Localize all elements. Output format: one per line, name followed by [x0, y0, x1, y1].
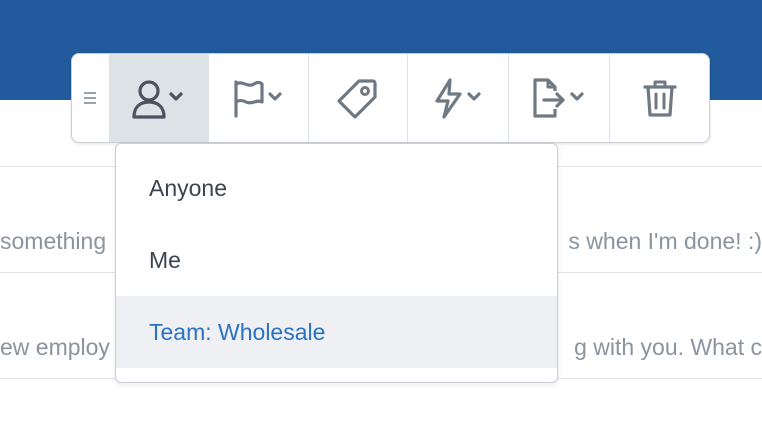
menu-item-label: Anyone: [149, 174, 228, 201]
drag-handle-icon[interactable]: [72, 54, 109, 142]
flag-icon: [234, 80, 282, 118]
menu-item-label: Me: [149, 246, 181, 273]
move-button[interactable]: [508, 54, 609, 142]
person-icon: [132, 80, 183, 119]
lightning-icon: [435, 78, 481, 119]
menu-item-label: Team: Wholesale: [149, 318, 326, 345]
tag-button[interactable]: [307, 54, 408, 142]
flag-button[interactable]: [207, 54, 308, 142]
list-item-preview-left: ew employ: [0, 334, 110, 360]
move-document-icon: [533, 78, 584, 118]
workflow-button[interactable]: [407, 54, 508, 142]
tag-icon: [337, 79, 377, 119]
bulk-action-toolbar: [71, 53, 710, 143]
trash-icon: [642, 80, 677, 117]
page: something s when I'm done! :) ew employ …: [0, 0, 762, 421]
delete-button[interactable]: [609, 54, 709, 142]
assign-button[interactable]: [108, 54, 208, 142]
menu-item-anyone[interactable]: Anyone: [116, 152, 557, 224]
menu-item-team-wholesale[interactable]: Team: Wholesale: [116, 296, 557, 368]
list-item-preview-left: something: [0, 228, 107, 254]
list-item-preview-right: s when I'm done! :): [568, 228, 762, 254]
menu-item-me[interactable]: Me: [116, 224, 557, 296]
list-item-preview-right: g with you. What c: [574, 334, 762, 360]
assign-dropdown-menu: Anyone Me Team: Wholesale: [115, 143, 558, 383]
